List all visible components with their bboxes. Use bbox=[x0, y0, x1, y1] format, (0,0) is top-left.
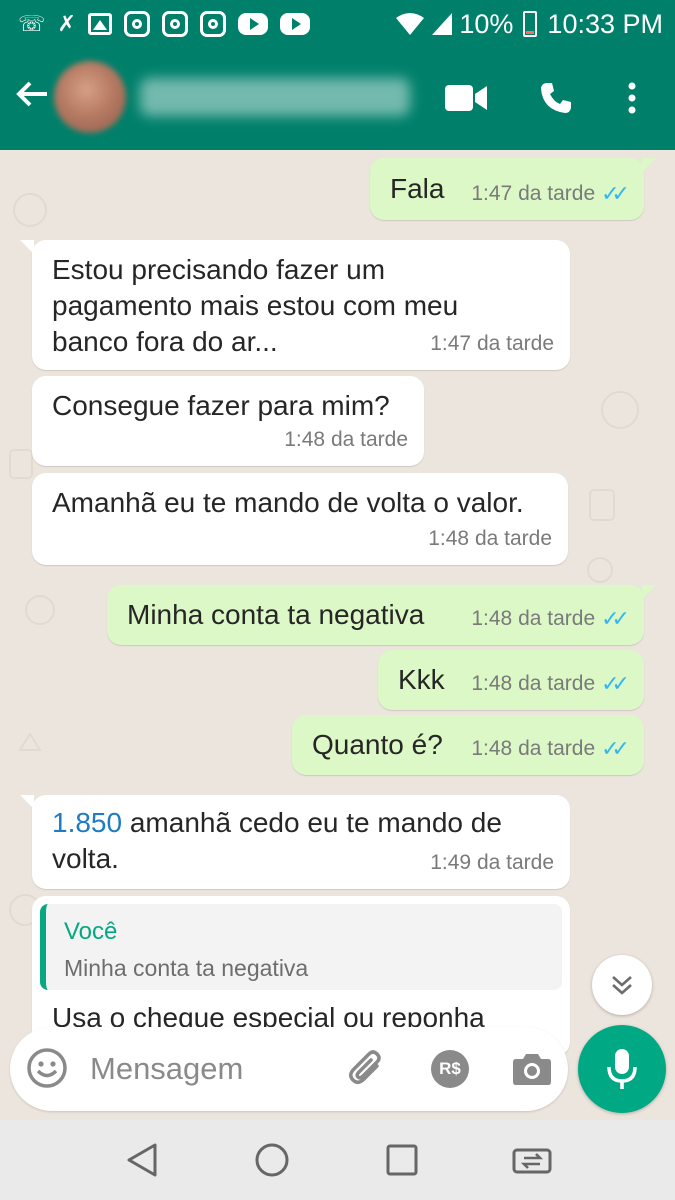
system-navigation-bar bbox=[0, 1120, 675, 1200]
emoji-button[interactable] bbox=[26, 1047, 70, 1091]
message-time: 1:48 da tarde bbox=[471, 672, 596, 695]
voice-call-icon bbox=[541, 83, 571, 113]
message-meta: 1:48 da tarde bbox=[428, 521, 552, 557]
status-bar: ☏ ✗ 10% 10:33 PM bbox=[0, 0, 675, 179]
instagram-icon bbox=[161, 11, 188, 37]
message-time: 1:49 da tarde bbox=[430, 851, 554, 874]
message-bubble-incoming[interactable]: Consegue fazer para mim? 1:48 da tarde bbox=[32, 376, 424, 466]
battery-icon bbox=[523, 11, 538, 37]
video-call-icon bbox=[445, 85, 487, 111]
youtube-icon bbox=[279, 13, 310, 35]
message-bubble-incoming[interactable]: Estou precisando fazer um pagamento mais… bbox=[20, 240, 570, 370]
message-text: Estou precisando fazer um pagamento mais… bbox=[52, 252, 458, 360]
read-ticks-icon: ✓✓ bbox=[601, 736, 630, 761]
system-status: 10% 10:33 PM bbox=[395, 5, 663, 43]
wifi-icon bbox=[396, 13, 425, 35]
bubble-tail bbox=[20, 240, 34, 254]
message-bubble-incoming[interactable]: Amanhã eu te mando de volta o valor. 1:4… bbox=[32, 473, 568, 565]
message-input[interactable] bbox=[90, 1049, 320, 1089]
video-call-button[interactable] bbox=[444, 78, 488, 118]
message-text: Fala bbox=[390, 173, 445, 204]
emoji-icon bbox=[27, 1048, 67, 1088]
youtube-icon bbox=[237, 13, 268, 35]
message-bubble-outgoing[interactable]: Minha conta ta negativa 1:48 da tarde ✓✓ bbox=[107, 585, 656, 645]
message-time: 1:48 da tarde bbox=[471, 737, 596, 760]
more-options-button[interactable] bbox=[616, 78, 648, 118]
back-button[interactable] bbox=[14, 76, 54, 116]
message-meta: 1:49 da tarde bbox=[430, 845, 554, 881]
message-meta: 1:48 da tarde bbox=[284, 422, 408, 458]
nav-home-button[interactable] bbox=[250, 1138, 294, 1182]
message-text: Quanto é? bbox=[312, 729, 443, 760]
quote-author: Você bbox=[64, 918, 118, 945]
message-meta: 1:48 da tarde ✓✓ bbox=[471, 601, 630, 637]
message-bubble-incoming[interactable]: 1.850 amanhã cedo eu te mando de volta. … bbox=[20, 795, 570, 889]
read-ticks-icon: ✓✓ bbox=[601, 606, 630, 631]
nav-back-button[interactable] bbox=[120, 1138, 164, 1182]
battery-percentage: 10% bbox=[459, 8, 514, 39]
instagram-icon bbox=[123, 11, 150, 37]
message-meta: 1:47 da tarde bbox=[430, 326, 554, 362]
message-text: Kkk bbox=[398, 664, 445, 695]
square-recents-icon bbox=[386, 1144, 418, 1176]
switch-apps-icon bbox=[512, 1148, 552, 1174]
microphone-icon bbox=[607, 1049, 637, 1089]
circle-home-icon bbox=[255, 1143, 289, 1177]
message-time: 1:48 da tarde bbox=[428, 527, 552, 550]
more-vert-icon bbox=[628, 82, 636, 114]
message-line: pagamento mais estou com meu bbox=[52, 290, 459, 321]
payment-button[interactable]: R$ bbox=[428, 1047, 472, 1091]
gallery-icon bbox=[87, 13, 112, 35]
quote-text: Minha conta ta negativa bbox=[64, 955, 309, 981]
wifi-calling-icon: ☏ bbox=[18, 11, 46, 36]
signal-icon bbox=[432, 13, 453, 35]
arrow-left-icon bbox=[16, 81, 47, 107]
bubble-tail bbox=[642, 158, 656, 172]
notification-icons: ☏ ✗ bbox=[18, 9, 310, 179]
camera-button[interactable] bbox=[510, 1047, 554, 1091]
scroll-to-bottom-button[interactable] bbox=[592, 955, 652, 1015]
message-time: 1:48 da tarde bbox=[471, 607, 596, 630]
camera-icon bbox=[513, 1054, 551, 1085]
message-meta: 1:48 da tarde ✓✓ bbox=[471, 666, 630, 702]
message-text: Amanhã eu te mando de volta o valor. bbox=[52, 487, 524, 518]
quoted-message[interactable]: Você Minha conta ta negativa bbox=[40, 904, 562, 990]
chat-header bbox=[0, 48, 675, 150]
paperclip-icon bbox=[349, 1050, 381, 1084]
message-meta: 1:47 da tarde ✓✓ bbox=[471, 176, 630, 212]
message-bubble-outgoing[interactable]: Kkk 1:48 da tarde ✓✓ bbox=[378, 650, 644, 710]
message-meta: 1:48 da tarde ✓✓ bbox=[471, 731, 630, 767]
message-bubble-outgoing[interactable]: Quanto é? 1:48 da tarde ✓✓ bbox=[292, 715, 644, 775]
missed-call-icon: ✗ bbox=[57, 11, 76, 36]
read-ticks-icon: ✓✓ bbox=[601, 181, 630, 206]
contact-avatar[interactable] bbox=[54, 61, 126, 133]
message-bubble-outgoing[interactable]: Fala 1:47 da tarde ✓✓ bbox=[370, 158, 656, 220]
amount-link[interactable]: 1.850 bbox=[52, 807, 122, 838]
message-line: 1.850 amanhã cedo eu te mando de bbox=[52, 805, 502, 841]
bubble-tail bbox=[20, 795, 34, 809]
triangle-back-icon bbox=[127, 1143, 157, 1177]
voice-call-button[interactable] bbox=[536, 78, 576, 118]
contact-name-blurred[interactable] bbox=[140, 78, 410, 116]
attach-button[interactable] bbox=[344, 1047, 388, 1091]
message-line: Estou precisando fazer um bbox=[52, 254, 386, 285]
chat-area[interactable]: Fala 1:47 da tarde ✓✓ Estou precisando f… bbox=[0, 150, 675, 1120]
double-chevron-down-icon bbox=[612, 976, 632, 995]
read-ticks-icon: ✓✓ bbox=[601, 671, 630, 696]
nav-switch-apps-button[interactable] bbox=[510, 1138, 554, 1182]
message-line: banco fora do ar... bbox=[52, 326, 278, 357]
message-time: 1:47 da tarde bbox=[430, 332, 554, 355]
message-text: Minha conta ta negativa bbox=[127, 599, 425, 630]
message-time: 1:48 da tarde bbox=[284, 428, 408, 451]
message-line-rest: amanhã cedo eu te mando de bbox=[122, 807, 502, 838]
bubble-tail bbox=[642, 585, 656, 599]
clock: 10:33 PM bbox=[547, 8, 663, 39]
instagram-icon bbox=[199, 11, 226, 37]
message-composer: R$ bbox=[10, 1027, 568, 1111]
message-time: 1:47 da tarde bbox=[471, 182, 596, 205]
voice-message-button[interactable] bbox=[578, 1025, 666, 1113]
message-text: Consegue fazer para mim? bbox=[52, 390, 390, 421]
payment-badge: R$ bbox=[431, 1050, 469, 1088]
nav-recents-button[interactable] bbox=[380, 1138, 424, 1182]
